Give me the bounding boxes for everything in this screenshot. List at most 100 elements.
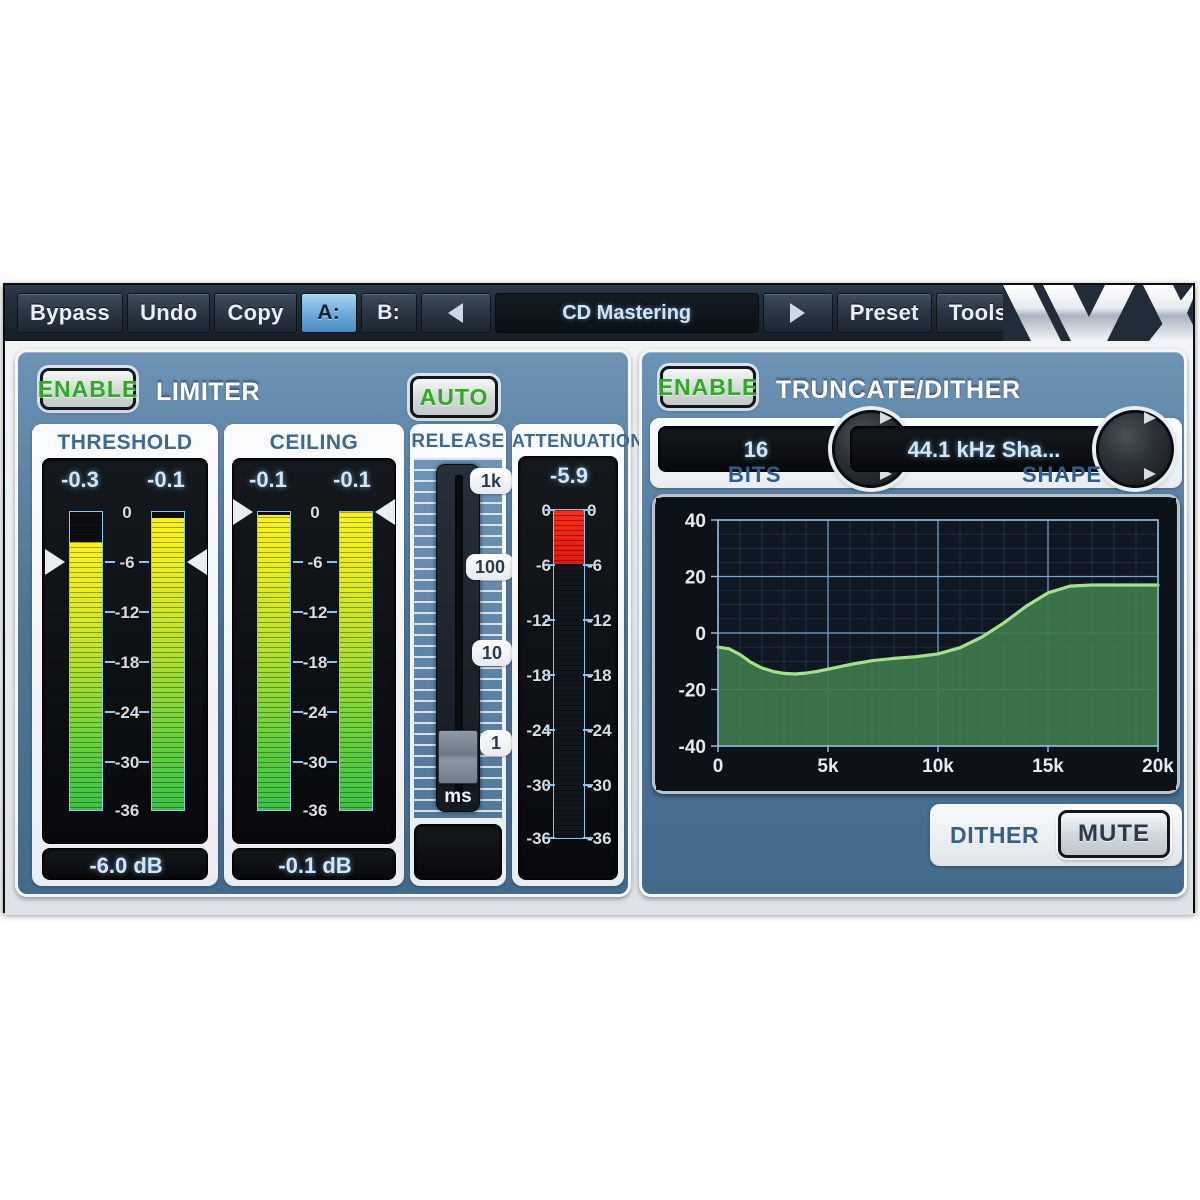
x-tick-label: 5k <box>817 756 839 777</box>
waves-chevron-logo <box>1003 285 1193 341</box>
triangle-right-icon <box>790 303 806 323</box>
preset-menu-button[interactable]: Preset <box>836 293 932 333</box>
threshold-pointer-left[interactable] <box>45 549 65 575</box>
x-tick-label: 20k <box>1142 756 1174 777</box>
auto-release-button[interactable]: AUTO <box>410 376 498 418</box>
dither-footer-label: DITHER <box>950 822 1040 848</box>
threshold-meters[interactable]: 0 -6 -12 -18 -24 -30 -36 <box>43 503 209 835</box>
meter-scale-36: -36 <box>114 801 140 820</box>
ceiling-section: CEILING -0.1 -0.1 0 -6 -12 -18 -24 -30 -… <box>224 424 404 886</box>
meter-scale-6: -6 <box>119 553 135 572</box>
ceiling-right-value: -0.1 <box>333 467 371 492</box>
preset-slot-b-button[interactable]: B: <box>360 293 417 333</box>
ceiling-pointer-right[interactable] <box>375 499 395 525</box>
x-tick-label: 15k <box>1032 756 1064 777</box>
triangle-left-icon <box>448 303 464 323</box>
finalplug-plugin-window: Bypass Undo Copy A: B: CD Mastering Pres… <box>3 283 1195 915</box>
meter-scale-18: -18 <box>114 653 140 672</box>
y-tick-label: -20 <box>679 681 706 702</box>
atten-scale-left-24: -24 <box>526 721 551 740</box>
release-fader-handle[interactable] <box>438 730 478 784</box>
shape-value: 44.1 kHz Sha... <box>907 437 1061 462</box>
ceiling-readout: -0.1 dB <box>278 853 352 878</box>
dither-controls-bay: 16 BITS 44.1 kHz Sha... SHAPE <box>650 410 1182 488</box>
threshold-pointer-right[interactable] <box>187 549 207 575</box>
limiter-title: LIMITER <box>156 378 261 406</box>
y-tick-label: -40 <box>679 737 706 758</box>
truncate-dither-panel: ENABLE TRUNCATE/DITHER 16 BITS 44.1 kHz … <box>639 349 1187 897</box>
preset-slot-a-button[interactable]: A: <box>300 293 357 333</box>
ceiling-pointer-left[interactable] <box>233 499 253 525</box>
atten-scale-left-12: -12 <box>526 611 551 630</box>
threshold-left-value: -0.3 <box>61 467 99 492</box>
release-readout-box <box>414 824 502 880</box>
threshold-readout: -6.0 dB <box>89 853 163 878</box>
limiter-panel: ENABLE LIMITER AUTO THRESHOLD -0.3 -0.1 <box>15 349 643 897</box>
ceiling-scale-18: -18 <box>302 653 328 672</box>
shape-knob[interactable] <box>1096 410 1174 488</box>
plugin-body: ENABLE LIMITER AUTO THRESHOLD -0.3 -0.1 <box>5 341 1193 915</box>
ceiling-scale-36: -36 <box>302 801 328 820</box>
attenuation-section: ATTENUATION -5.9 0 -6 -12 -18 <box>512 424 643 886</box>
threshold-meter-left <box>69 511 103 811</box>
y-tick-label: 20 <box>685 568 706 589</box>
ceiling-meter-right <box>339 511 373 811</box>
ceiling-scale-6: -6 <box>307 553 323 572</box>
noise-shaping-graph: 0 5k 10k 15k 20k -40 -20 0 20 40 <box>652 494 1180 794</box>
ceiling-readout-box: -0.1 dB <box>232 848 396 880</box>
next-preset-button[interactable] <box>762 293 833 333</box>
atten-scale-right-18: -18 <box>587 666 612 685</box>
mute-button[interactable]: MUTE <box>1058 810 1170 858</box>
ceiling-scale-0: 0 <box>310 503 320 522</box>
meter-scale-12: -12 <box>114 603 140 622</box>
atten-scale-left-36: -36 <box>526 829 551 848</box>
bypass-button[interactable]: Bypass <box>17 293 124 333</box>
release-section: RELEASE 1k 100 10 1 ms <box>410 424 514 886</box>
attenuation-bar <box>553 509 585 839</box>
meter-scale-30: -30 <box>114 753 140 772</box>
dither-title: TRUNCATE/DITHER <box>776 376 1021 404</box>
threshold-meter-right <box>151 511 185 811</box>
limiter-enable-button[interactable]: ENABLE <box>38 368 137 410</box>
release-fader[interactable]: 1k 100 10 1 ms <box>414 458 514 818</box>
release-scale-100: 100 <box>466 554 514 580</box>
screenshot-stage: Bypass Undo Copy A: B: CD Mastering Pres… <box>0 0 1200 1200</box>
x-tick-label: 10k <box>922 756 954 777</box>
plugin-toolbar: Bypass Undo Copy A: B: CD Mastering Pres… <box>5 285 1193 341</box>
previous-preset-button[interactable] <box>420 293 491 333</box>
atten-scale-right-6: -6 <box>587 556 603 575</box>
y-tick-label: 40 <box>685 511 706 532</box>
atten-scale-right-0: 0 <box>587 501 617 521</box>
release-label: RELEASE <box>411 431 505 452</box>
atten-scale-left-18: -18 <box>526 666 551 685</box>
threshold-label: THRESHOLD <box>57 431 193 454</box>
copy-button[interactable]: Copy <box>214 293 297 333</box>
atten-scale-right-36: -36 <box>587 829 612 848</box>
ceiling-scale-30: -30 <box>302 753 328 772</box>
ceiling-left-value: -0.1 <box>249 467 287 492</box>
ceiling-meters[interactable]: 0 -6 -12 -18 -24 -30 -36 <box>233 499 397 835</box>
bits-label: BITS <box>728 462 782 487</box>
meter-scale-0: 0 <box>122 503 132 522</box>
ceiling-scale-24: -24 <box>302 703 328 722</box>
release-unit-label: ms <box>444 786 472 807</box>
undo-button[interactable]: Undo <box>127 293 211 333</box>
release-scale-1: 1 <box>480 730 512 756</box>
attenuation-meter: 0 -6 -12 -18 -24 -30 -36 0 -6 -12 -18 -2… <box>519 501 619 871</box>
noise-shaping-plot: 0 5k 10k 15k 20k -40 -20 0 20 40 <box>656 498 1176 790</box>
dither-enable-button[interactable]: ENABLE <box>658 366 757 408</box>
x-tick-label: 0 <box>713 756 724 777</box>
atten-scale-left-0: 0 <box>521 501 551 521</box>
threshold-meter-display: -0.3 -0.1 0 -6 -12 -18 -24 -30 -36 <box>42 458 208 844</box>
release-scale-10: 10 <box>472 640 512 666</box>
threshold-right-value: -0.1 <box>147 467 185 492</box>
attenuation-meter-display: -5.9 0 -6 -12 -18 -24 -30 <box>518 456 618 880</box>
attenuation-value: -5.9 <box>550 463 588 488</box>
preset-name-display[interactable]: CD Mastering <box>494 293 759 333</box>
dither-footer-bay: DITHER MUTE <box>930 804 1182 866</box>
bits-value: 16 <box>743 437 769 462</box>
meter-scale-24: -24 <box>114 703 140 722</box>
ceiling-meter-display: -0.1 -0.1 0 -6 -12 -18 -24 -30 -36 <box>232 458 396 844</box>
atten-scale-right-30: -30 <box>587 776 612 795</box>
ceiling-meter-left <box>257 511 291 811</box>
